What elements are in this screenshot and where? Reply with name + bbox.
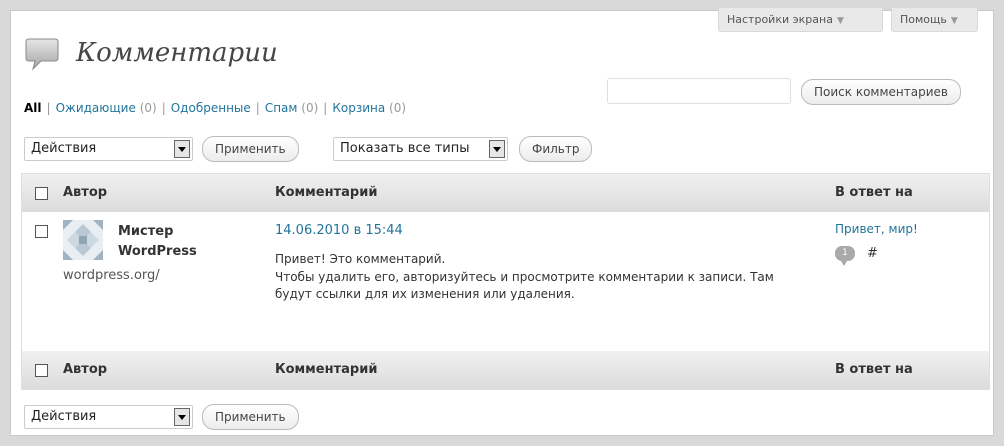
filter-button[interactable]: Фильтр <box>519 136 593 162</box>
filter-separator: | <box>255 101 260 115</box>
screen-options-label: Настройки экрана <box>727 13 833 26</box>
column-comment-header: Комментарий <box>275 185 378 200</box>
row-checkbox[interactable] <box>35 225 48 238</box>
column-response-header[interactable]: В ответ на <box>835 185 913 200</box>
help-label: Помощь <box>900 13 947 26</box>
table-footer: Автор Комментарий В ответ на <box>22 351 989 389</box>
bulk-actions-value: Действия <box>31 409 97 424</box>
filter-all-link[interactable]: All <box>24 101 42 115</box>
filter-pending-count: (0) <box>139 101 157 115</box>
filter-pending-link[interactable]: Ожидающие (0) <box>56 101 157 115</box>
help-button[interactable]: Помощь ▼ <box>891 8 978 32</box>
filter-approved-link[interactable]: Одобренные <box>171 101 251 115</box>
bulk-actions-select-top[interactable]: Действия <box>24 137 193 161</box>
filter-pending-label: Ожидающие <box>55 101 136 115</box>
filter-separator: | <box>323 101 328 115</box>
author-name: Мистер WordPress <box>118 222 197 262</box>
comments-bubble-icon <box>25 38 59 71</box>
filter-spam-link[interactable]: Спам (0) <box>265 101 318 115</box>
identicon-avatar <box>63 220 103 260</box>
page-title: Комментарии <box>76 38 278 68</box>
comment-paragraph: Чтобы удалить его, авторизуйтесь и просм… <box>275 270 774 301</box>
select-all-checkbox[interactable] <box>35 187 48 200</box>
chevron-down-icon: ▼ <box>836 16 844 26</box>
apply-button-bottom[interactable]: Применить <box>202 404 299 430</box>
permalink-link[interactable]: # <box>867 246 878 261</box>
column-author-header[interactable]: Автор <box>63 362 107 377</box>
author-name-line: WordPress <box>118 244 197 259</box>
table-row: Мистер WordPress wordpress.org/ 14.06.20… <box>22 212 989 352</box>
comment-status-filters: All | Ожидающие (0) | Одобренные | Спам (0) | Ко… <box>24 101 406 115</box>
filter-spam-label: Спам <box>264 101 298 115</box>
chevron-down-icon <box>174 408 190 426</box>
comment-date-link[interactable]: 14.06.2010 в 15:44 <box>275 223 403 238</box>
filter-separator: | <box>161 101 166 115</box>
comment-paragraph: Привет! Это комментарий. <box>275 252 446 266</box>
screen-options-button[interactable]: Настройки экрана ▼ <box>718 8 883 32</box>
table-header: Автор Комментарий В ответ на <box>22 174 989 212</box>
search-comments-button[interactable]: Поиск комментариев <box>801 79 961 105</box>
comment-type-select[interactable]: Показать все типы <box>333 137 508 161</box>
bulk-actions-value: Действия <box>31 141 97 156</box>
column-author-header[interactable]: Автор <box>63 185 107 200</box>
select-all-checkbox[interactable] <box>35 364 48 377</box>
filter-spam-count: (0) <box>301 101 319 115</box>
chevron-down-icon <box>489 140 505 158</box>
filter-trash-count: (0) <box>389 101 407 115</box>
filter-separator: | <box>46 101 51 115</box>
filter-trash-label: Корзина <box>332 101 386 115</box>
chevron-down-icon: ▼ <box>950 16 958 26</box>
comment-text: Привет! Это комментарий. Чтобы удалить е… <box>275 251 795 303</box>
column-comment-header: Комментарий <box>275 362 378 377</box>
in-response-to-link[interactable]: Привет, мир! <box>835 222 918 236</box>
search-input[interactable] <box>607 78 791 104</box>
comment-count-bubble-icon[interactable]: 1 <box>835 246 855 266</box>
comment-type-value: Показать все типы <box>340 141 470 156</box>
column-response-header[interactable]: В ответ на <box>835 362 913 377</box>
chevron-down-icon <box>174 140 190 158</box>
apply-button-top[interactable]: Применить <box>202 136 299 162</box>
author-name-line: Мистер <box>118 224 174 239</box>
bulk-actions-select-bottom[interactable]: Действия <box>24 405 193 429</box>
author-url-link[interactable]: wordpress.org/ <box>63 268 160 283</box>
comments-table: Автор Комментарий В ответ на Мистер Word… <box>21 173 990 390</box>
filter-trash-link[interactable]: Корзина (0) <box>332 101 406 115</box>
